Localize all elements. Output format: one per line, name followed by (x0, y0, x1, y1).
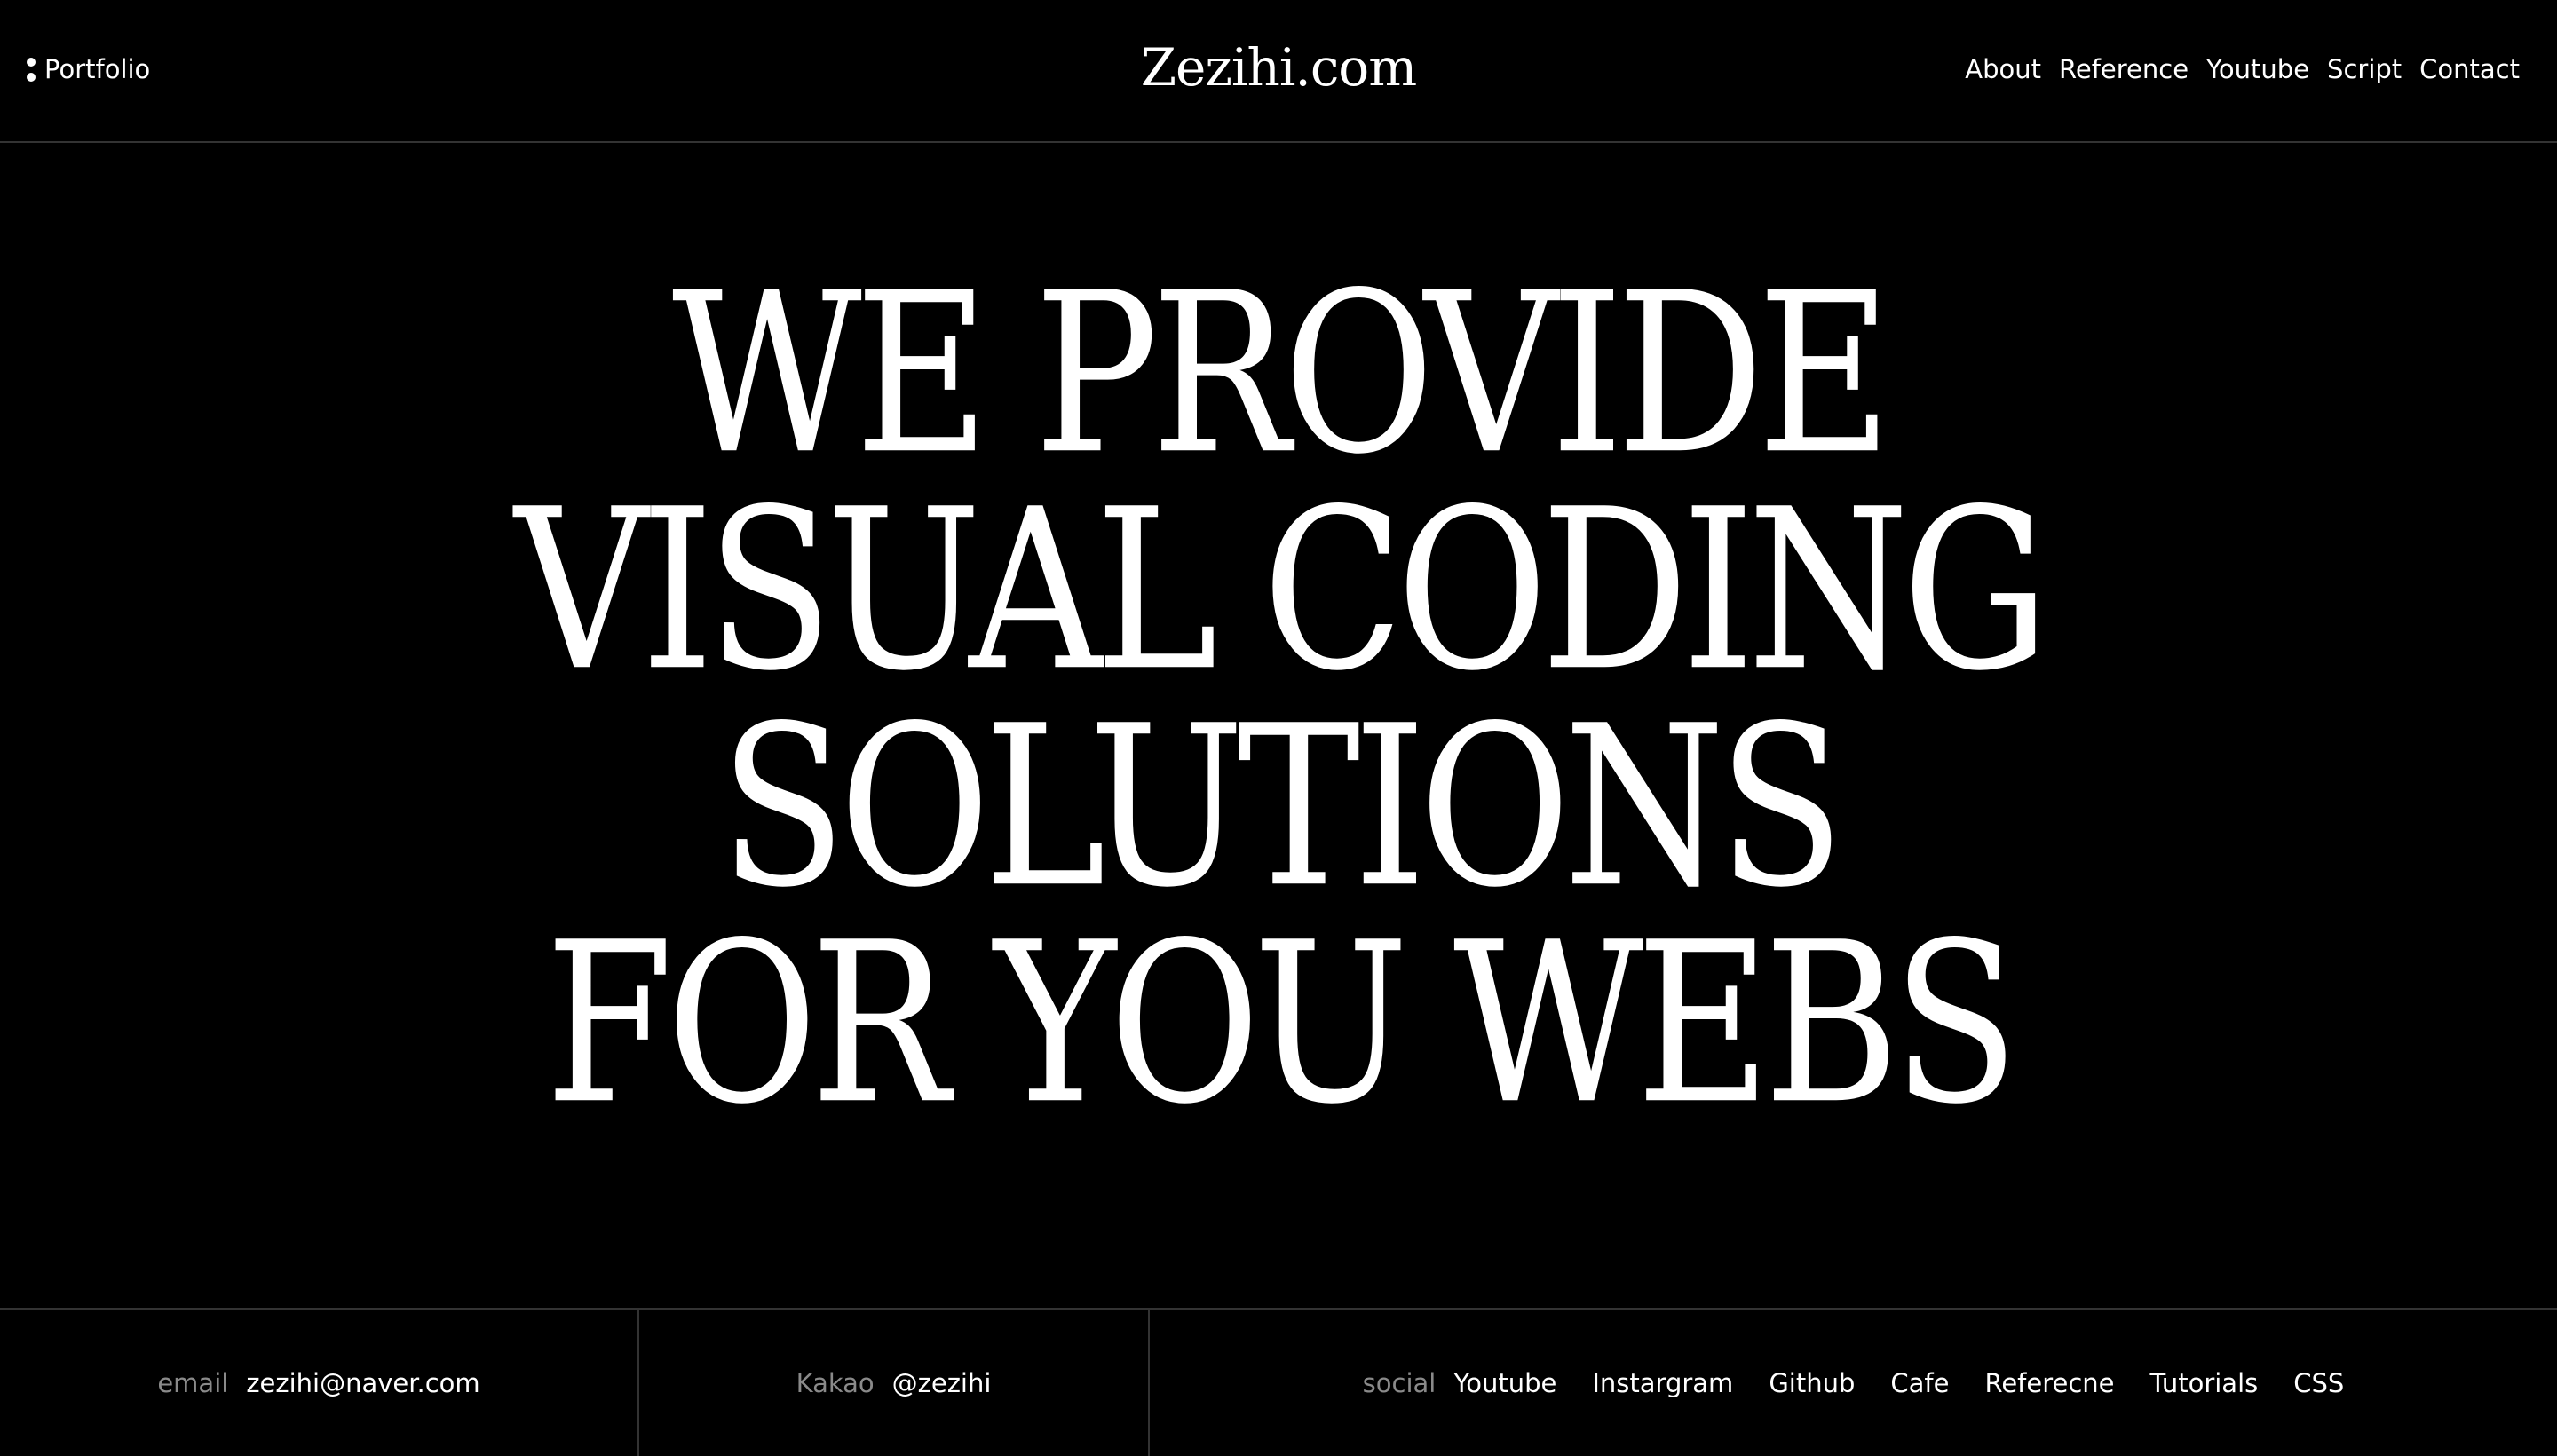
footer-kakao: Kakao @zezihi (639, 1310, 1150, 1456)
main-nav: About Reference Youtube Script Contact (1965, 50, 2520, 89)
kakao-link[interactable]: @zezihi (892, 1368, 992, 1398)
hero-line: FOR YOU WEBS (545, 895, 2019, 1154)
nav-item-contact[interactable]: Contact (2419, 50, 2520, 89)
social-link-youtube[interactable]: Youtube (1453, 1368, 1556, 1398)
social-links: Youtube Instargram Github Cafe Referecne… (1453, 1368, 2344, 1398)
site-header: Portfolio Zezihi.com About Reference You… (0, 0, 2557, 143)
nav-item-script[interactable]: Script (2327, 50, 2402, 89)
footer-social: social Youtube Instargram Github Cafe Re… (1150, 1310, 2557, 1456)
nav-item-youtube[interactable]: Youtube (2206, 50, 2309, 89)
site-footer: email zezihi@naver.com Kakao @zezihi soc… (0, 1308, 2557, 1456)
social-link-css[interactable]: CSS (2293, 1368, 2344, 1398)
footer-email: email zezihi@naver.com (0, 1310, 639, 1456)
nav-item-reference[interactable]: Reference (2059, 50, 2189, 89)
social-link-tutorials[interactable]: Tutorials (2150, 1368, 2259, 1398)
social-link-reference[interactable]: Referecne (1984, 1368, 2114, 1398)
email-label: email (157, 1367, 229, 1398)
hero-heading: WE PROVIDE VISUAL CODING SOLUTIONS FOR Y… (0, 246, 2557, 1153)
kakao-label: Kakao (796, 1367, 875, 1398)
nav-item-about[interactable]: About (1965, 50, 2041, 89)
social-label: social (1362, 1367, 1437, 1398)
social-link-cafe[interactable]: Cafe (1890, 1368, 1949, 1398)
social-link-instagram[interactable]: Instargram (1592, 1368, 1733, 1398)
email-link[interactable]: zezihi@naver.com (246, 1368, 479, 1398)
social-link-github[interactable]: Github (1769, 1368, 1855, 1398)
